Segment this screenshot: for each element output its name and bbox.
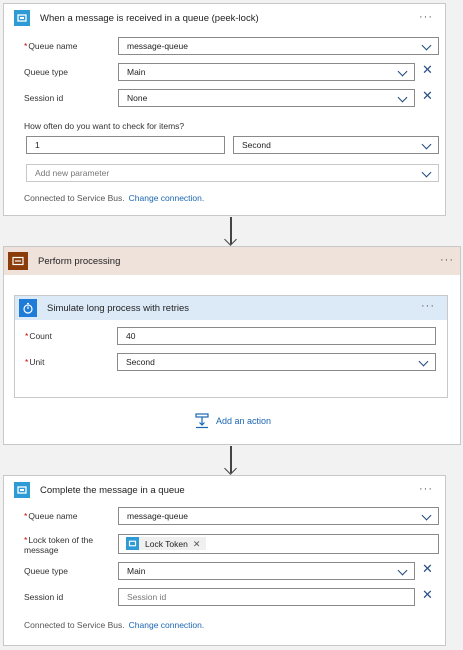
interval-input[interactable]: 1 [26, 136, 225, 154]
unit-select[interactable]: Second [117, 353, 436, 371]
close-icon[interactable]: ✕ [193, 536, 201, 552]
close-icon[interactable]: ✕ [422, 63, 433, 76]
complete-session-id-row: Session id Session id ✕ [4, 587, 445, 607]
close-icon[interactable]: ✕ [422, 562, 433, 575]
add-action-button[interactable]: Add an action [194, 413, 271, 429]
interval-label: How often do you want to check for items… [24, 121, 185, 131]
connection-info: Connected to Service Bus. Change connecti… [24, 193, 204, 203]
lock-token-row: *Lock token of the message Lock Token ✕ [4, 533, 445, 557]
session-id-row: Session id None ✕ [4, 88, 445, 108]
more-options-icon[interactable]: ··· [440, 254, 454, 266]
queue-name-select[interactable]: message-queue [118, 37, 439, 55]
count-label: *Count [25, 331, 52, 341]
session-id-label: Session id [24, 93, 64, 103]
complete-queue-type-label: Queue type [24, 566, 68, 576]
close-icon[interactable]: ✕ [422, 89, 433, 102]
delay-header[interactable]: Simulate long process with retries ··· [15, 296, 447, 320]
complete-queue-type-select[interactable]: Main [118, 562, 415, 580]
lock-token-chip-label: Lock Token [145, 538, 188, 549]
add-action-icon [194, 413, 210, 429]
trigger-card: When a message is received in a queue (p… [3, 3, 446, 216]
change-connection-link[interactable]: Change connection. [129, 193, 205, 203]
complete-card: Complete the message in a queue ··· *Que… [3, 475, 446, 646]
lock-token-chip[interactable]: Lock Token ✕ [126, 536, 207, 552]
connection-text: Connected to Service Bus. [24, 620, 125, 630]
unit-label: *Unit [25, 357, 45, 367]
complete-queue-name-row: *Queue name message-queue [4, 506, 445, 526]
scope-card: Perform processing ··· Simulate long pro… [3, 246, 461, 445]
more-options-icon[interactable]: ··· [421, 300, 435, 312]
add-parameter-select[interactable]: Add new parameter [26, 164, 439, 182]
service-bus-icon [126, 537, 139, 550]
arrow-down-icon [230, 446, 232, 473]
trigger-header[interactable]: When a message is received in a queue (p… [4, 4, 445, 32]
complete-session-id-input[interactable]: Session id [118, 588, 415, 606]
count-row: *Count 40 [15, 326, 447, 346]
queue-name-row: *Queue name message-queue [4, 36, 445, 56]
more-options-icon[interactable]: ··· [419, 11, 433, 23]
delay-title: Simulate long process with retries [47, 302, 190, 314]
scope-icon [8, 252, 28, 270]
unit-row: *Unit Second [15, 352, 447, 372]
connection-info: Connected to Service Bus. Change connecti… [24, 620, 204, 630]
queue-type-row: Queue type Main ✕ [4, 62, 445, 82]
service-bus-icon [14, 10, 30, 26]
add-action-label: Add an action [216, 416, 272, 426]
close-icon[interactable]: ✕ [422, 588, 433, 601]
complete-session-id-label: Session id [24, 592, 64, 602]
more-options-icon[interactable]: ··· [419, 483, 433, 495]
session-id-select[interactable]: None [118, 89, 415, 107]
arrow-down-icon [230, 217, 232, 244]
count-input[interactable]: 40 [117, 327, 436, 345]
change-connection-link[interactable]: Change connection. [129, 620, 205, 630]
scope-header[interactable]: Perform processing ··· [4, 247, 460, 275]
complete-header[interactable]: Complete the message in a queue ··· [4, 476, 445, 504]
complete-queue-type-row: Queue type Main ✕ [4, 561, 445, 581]
stopwatch-icon [19, 299, 37, 317]
queue-type-select[interactable]: Main [118, 63, 415, 81]
lock-token-input[interactable]: Lock Token ✕ [118, 534, 439, 554]
interval-unit-select[interactable]: Second [233, 136, 439, 154]
trigger-title: When a message is received in a queue (p… [40, 12, 259, 24]
complete-queue-name-label: *Queue name [24, 511, 78, 521]
queue-name-label: *Queue name [24, 41, 78, 51]
connection-text: Connected to Service Bus. [24, 193, 125, 203]
complete-title: Complete the message in a queue [40, 484, 185, 496]
service-bus-icon [14, 482, 30, 498]
lock-token-label: *Lock token of the message [24, 535, 94, 555]
scope-title: Perform processing [38, 255, 121, 267]
delay-card: Simulate long process with retries ··· *… [14, 295, 448, 398]
queue-type-label: Queue type [24, 67, 68, 77]
complete-queue-name-select[interactable]: message-queue [118, 507, 439, 525]
